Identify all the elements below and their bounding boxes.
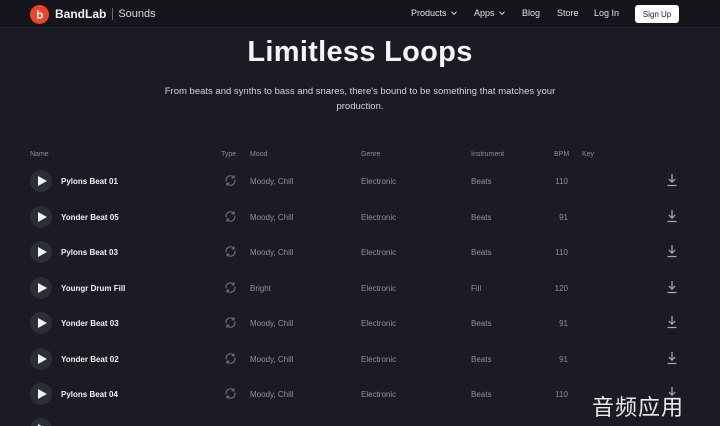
play-icon <box>37 247 47 257</box>
watermark: 音频应用 <box>592 396 685 421</box>
play-icon <box>37 176 47 186</box>
download-icon[interactable] <box>666 244 678 258</box>
loop-mood: Bright <box>250 283 271 293</box>
page-subtitle: From beats and synths to bass and snares… <box>164 86 556 112</box>
download-icon[interactable] <box>666 209 678 223</box>
loop-mood: Moody, Chill <box>250 354 294 364</box>
loop-icon <box>225 210 236 222</box>
loop-instrument: Beats <box>471 248 492 257</box>
download-icon[interactable] <box>666 173 678 187</box>
loop-bpm: 110 <box>555 177 568 186</box>
loop-genre: Electronic <box>361 354 397 364</box>
nav-store[interactable]: Store <box>557 8 579 18</box>
brand-divider <box>112 8 114 20</box>
sign-up-button[interactable]: Sign Up <box>635 5 679 23</box>
play-icon <box>37 318 47 328</box>
loop-instrument: Fill <box>471 283 482 293</box>
table-row[interactable]: Yonder Beat 05 Moody, Chill Electronic B… <box>0 198 720 234</box>
loop-genre: Electronic <box>361 248 397 257</box>
loop-mood: Moody, Chill <box>250 248 294 257</box>
chevron-down-icon <box>450 11 457 16</box>
play-icon <box>37 353 47 364</box>
nav-products[interactable]: Products <box>411 8 458 18</box>
brand[interactable]: BandLab Sounds <box>30 4 156 24</box>
column-header-instrument[interactable]: Instrument <box>471 151 504 158</box>
loop-mood: Moody, Chill <box>250 212 294 222</box>
column-header-genre[interactable]: Genre <box>361 151 380 158</box>
loop-name[interactable]: Pylons Beat 04 <box>61 390 118 399</box>
loop-icon <box>225 175 236 186</box>
loop-name[interactable]: Pylons Beat 03 <box>61 248 118 257</box>
loop-genre: Electronic <box>361 390 397 399</box>
play-button[interactable] <box>30 347 52 370</box>
loop-mood: Moody, Chill <box>250 390 294 399</box>
column-header-key[interactable]: Key <box>582 151 594 158</box>
table-row[interactable]: Pylons Beat 03 Moody, Chill Electronic B… <box>0 233 720 269</box>
play-button[interactable] <box>30 383 52 405</box>
page-title: Limitless Loops <box>247 36 473 68</box>
loop-name[interactable]: Yonder Beat 02 <box>61 355 119 364</box>
loop-instrument: Beats <box>471 212 492 222</box>
loop-mood: Moody, Chill <box>250 319 294 328</box>
play-icon <box>37 282 47 293</box>
loop-bpm: 110 <box>555 248 568 257</box>
column-header-bpm[interactable]: BPM <box>554 151 569 158</box>
nav-apps-label: Apps <box>474 8 495 18</box>
loop-instrument: Beats <box>471 177 492 186</box>
loop-icon <box>225 388 236 399</box>
brand-name: BandLab <box>55 7 107 21</box>
top-nav: BandLab Sounds Products Apps Blog Store … <box>0 0 720 28</box>
nav-blog[interactable]: Blog <box>522 8 540 18</box>
loop-name[interactable]: Pylons Beat 01 <box>61 177 118 186</box>
loop-genre: Electronic <box>361 212 397 222</box>
nav-login[interactable]: Log In <box>594 8 619 18</box>
loop-genre: Electronic <box>361 177 397 186</box>
brand-section: Sounds <box>118 8 156 20</box>
column-header-mood[interactable]: Mood <box>250 151 268 158</box>
loop-instrument: Beats <box>471 390 492 399</box>
loop-icon <box>225 352 236 364</box>
loop-icon <box>225 246 236 257</box>
play-button[interactable] <box>30 276 52 299</box>
table-row[interactable]: Yonder Beat 02 Moody, Chill Electronic B… <box>0 340 720 376</box>
loop-bpm: 91 <box>559 319 568 328</box>
play-button[interactable] <box>30 170 52 192</box>
play-icon <box>37 389 47 399</box>
bandlab-logo-icon <box>30 4 49 24</box>
loop-name[interactable]: Youngr Drum Fill <box>61 284 125 293</box>
download-icon[interactable] <box>666 351 678 365</box>
loop-name[interactable]: Yonder Beat 05 <box>61 213 119 222</box>
loop-bpm: 91 <box>559 354 568 364</box>
loop-name[interactable]: Yonder Beat 03 <box>61 319 119 328</box>
table-row[interactable]: Pylons Beat 01 Moody, Chill Electronic B… <box>0 162 720 198</box>
table-row[interactable]: Youngr Drum Fill Bright Electronic Fill … <box>0 269 720 305</box>
loop-bpm: 120 <box>554 283 568 293</box>
play-button[interactable] <box>30 205 52 228</box>
download-icon[interactable] <box>666 315 678 329</box>
nav-products-label: Products <box>411 8 447 18</box>
download-icon[interactable] <box>666 280 678 294</box>
loop-instrument: Beats <box>471 354 492 364</box>
loop-genre: Electronic <box>361 319 397 328</box>
nav-apps[interactable]: Apps <box>474 8 506 18</box>
play-button[interactable] <box>30 418 52 426</box>
play-button[interactable] <box>30 312 52 334</box>
loop-icon <box>225 317 236 328</box>
loop-instrument: Beats <box>471 319 492 328</box>
play-icon <box>37 211 47 222</box>
loop-genre: Electronic <box>361 283 397 293</box>
table-row[interactable]: Yonder Beat 03 Moody, Chill Electronic B… <box>0 304 720 340</box>
column-header-type[interactable]: Type <box>221 151 236 158</box>
loop-icon <box>225 281 236 293</box>
loop-bpm: 110 <box>555 390 568 399</box>
loop-bpm: 91 <box>559 212 568 222</box>
loop-mood: Moody, Chill <box>250 177 294 186</box>
play-button[interactable] <box>30 241 52 263</box>
column-header-name[interactable]: Name <box>30 151 49 158</box>
chevron-down-icon <box>498 11 505 16</box>
